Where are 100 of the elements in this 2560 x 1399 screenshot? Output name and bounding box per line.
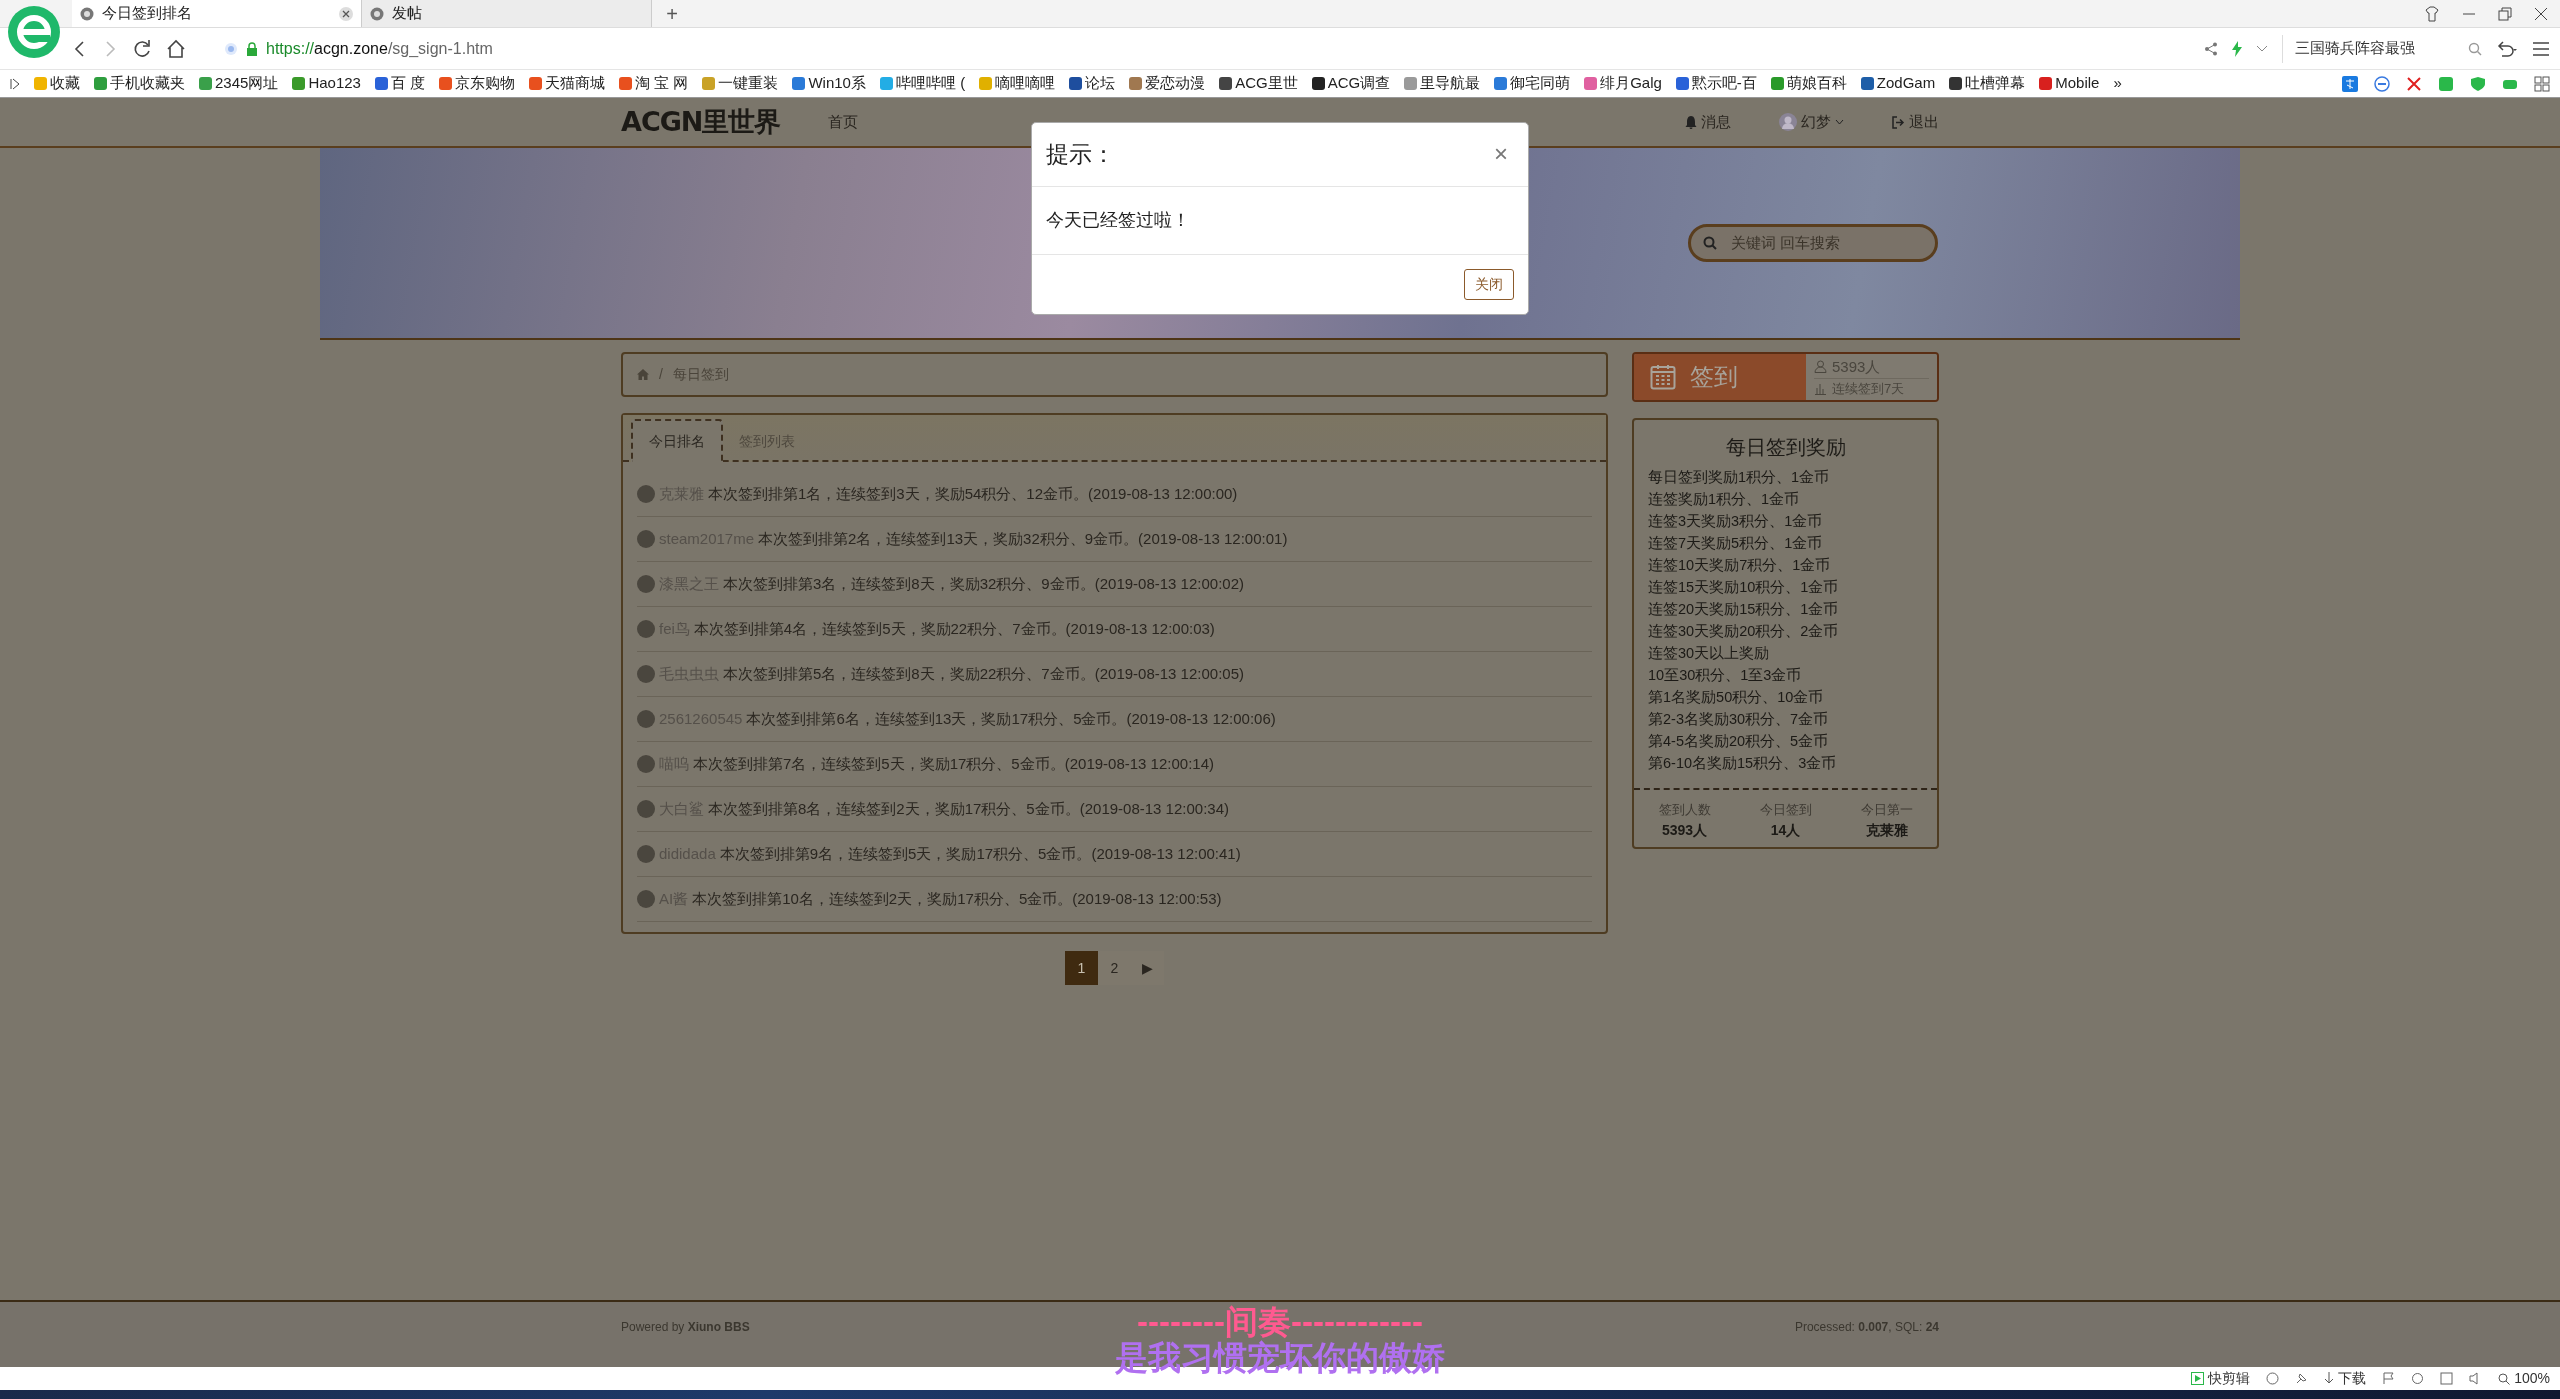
play-icon — [2191, 1372, 2205, 1385]
grid-icon[interactable] — [2534, 75, 2550, 92]
avatar — [637, 530, 655, 548]
powered-by-text: Powered by Xiuno BBS — [621, 1319, 750, 1336]
sign-in-record: 本次签到排第8名，连续签到2天，奖励17积分、5金币。(2019-08-13 12:00:34) — [708, 798, 1229, 819]
download-button[interactable]: 下载 — [2324, 1368, 2367, 1389]
bookmark[interactable]: ACG调查 — [1311, 72, 1391, 95]
sidebar-toggle-icon[interactable] — [10, 77, 20, 90]
browser-tab[interactable]: 今日签到排名 — [72, 0, 362, 27]
avatar-icon — [1779, 113, 1797, 131]
flag-icon[interactable] — [2382, 1372, 2396, 1385]
bookmark[interactable]: 2345网址 — [199, 72, 279, 95]
search-box[interactable]: 关键词 回车搜索 — [1688, 224, 1938, 262]
sign-in-record: 本次签到排第6名，连续签到13天，奖励17积分、5金币。(2019-08-13 12:00:06) — [746, 708, 1276, 729]
bookmark[interactable]: 京东购物 — [439, 72, 516, 95]
translate-icon[interactable] — [2342, 75, 2358, 92]
reward-rule: 连签20天奖励15积分、1金币 — [1647, 600, 1840, 619]
bookmark[interactable]: 萌娘百科 — [1770, 72, 1847, 95]
block-icon[interactable] — [2374, 75, 2390, 92]
bookmark[interactable]: 黙示吧-百 — [1675, 72, 1757, 95]
breadcrumb-separator: / — [659, 365, 663, 384]
bookmark[interactable]: 嘀哩嘀哩 — [979, 72, 1056, 95]
shield-icon[interactable] — [2470, 75, 2486, 92]
avatar — [637, 845, 655, 863]
undo-icon[interactable] — [2496, 40, 2518, 57]
avatar — [637, 665, 655, 683]
dialog-title: 提示： — [1046, 140, 1115, 169]
search-icon[interactable] — [2468, 41, 2482, 56]
bookmark[interactable]: 一键重装 — [702, 72, 779, 95]
reward-rule: 第4-5名奖励20积分、5金币 — [1647, 732, 1830, 751]
zoom-icon — [2498, 1372, 2511, 1385]
close-icon[interactable] — [339, 6, 353, 21]
sign-in-record: 本次签到排第7名，连续签到5天，奖励17积分、5金币。(2019-08-13 12:00:14) — [693, 753, 1214, 774]
stat-label: 今日签到 — [1758, 801, 1813, 819]
caret-icon — [1835, 119, 1844, 125]
bookmark[interactable]: 里导航最 — [1404, 72, 1481, 95]
search-field[interactable]: 三国骑兵阵容最强 — [2282, 34, 2482, 63]
avatar — [637, 575, 655, 593]
bookmark[interactable]: 淘 宝 网 — [619, 72, 689, 95]
bookmark[interactable]: 百 度 — [374, 72, 426, 95]
reward-rule: 连签10天奖励7积分、1金币 — [1647, 556, 1832, 575]
bookmark[interactable]: 绯月Galg — [1584, 72, 1662, 95]
reward-rule: 第2-3名奖励30积分、7金币 — [1647, 710, 1830, 729]
bookmark[interactable]: ACG里世 — [1219, 72, 1298, 95]
scissors-icon[interactable] — [2406, 75, 2422, 92]
sign-in-record: 本次签到排第2名，连续签到13天，奖励32积分、9金币。(2019-08-13 12:00:01) — [758, 528, 1288, 549]
menu-icon[interactable] — [2532, 41, 2550, 56]
window-icon[interactable] — [2440, 1372, 2454, 1385]
bookmark[interactable]: Mobile — [2039, 72, 2100, 95]
bookmark[interactable]: Hao123 — [292, 72, 361, 95]
bookmark[interactable]: 天猫商城 — [529, 72, 606, 95]
calendar-icon — [1650, 364, 1676, 390]
address-field[interactable]: https://acgn.zone/sg_sign-1.htm — [266, 36, 493, 61]
caret-icon[interactable] — [2256, 44, 2268, 53]
home-icon[interactable] — [166, 38, 186, 59]
lightning-icon[interactable] — [2232, 40, 2242, 57]
share-icon[interactable] — [2204, 41, 2218, 56]
close-icon[interactable] — [2534, 6, 2548, 21]
sign-in-record: 本次签到排第4名，连续签到5天，奖励22积分、7金币。(2019-08-13 12:00:03) — [693, 618, 1215, 639]
browser-tab[interactable]: 发帖 — [362, 0, 652, 27]
zoom-control[interactable]: 100% — [2498, 1368, 2550, 1389]
sign-in-record: 本次签到排第5名，连续签到8天，奖励22积分、7金币。(2019-08-13 12:00:05) — [723, 663, 1244, 684]
reward-rule: 连签奖励1积分、1金币 — [1647, 490, 1801, 509]
exit-icon — [1892, 115, 1905, 129]
bookmark[interactable]: ZodGam — [1860, 72, 1936, 95]
bar-chart-icon — [1814, 382, 1827, 396]
stat-value: 克莱雅 — [1864, 820, 1909, 840]
quick-clip-button[interactable]: 快剪辑 — [2191, 1368, 2251, 1389]
rewards-title: 每日签到奖励 — [1724, 435, 1847, 460]
dialog-message: 今天已经签过啦！ — [1032, 186, 1528, 255]
page-icon — [370, 6, 384, 21]
stat-value: 5393人 — [1660, 820, 1709, 840]
sign-in-record: 本次签到排第10名，连续签到2天，奖励17积分、5金币。(2019-08-13 12:00:53) — [692, 888, 1222, 909]
extension-icon[interactable] — [2438, 75, 2454, 92]
new-tab-button[interactable]: + — [652, 0, 692, 27]
stat-value: 14人 — [1769, 820, 1802, 840]
bookmark[interactable]: 收藏 — [34, 72, 80, 95]
search-field[interactable]: 关键词 回车搜索 — [1729, 230, 1909, 256]
restore-icon[interactable] — [2498, 6, 2512, 21]
site-logo[interactable]: ACGN里世界 — [621, 101, 781, 143]
bookmark[interactable]: 爱恋动漫 — [1129, 72, 1206, 95]
bookmark[interactable]: Win10系 — [792, 72, 866, 95]
reward-rule: 连签30天奖励20积分、2金币 — [1647, 622, 1840, 641]
bookmark[interactable]: 吐槽弹幕 — [1949, 72, 2026, 95]
close-button[interactable]: 关闭 — [1464, 268, 1514, 300]
page-button[interactable]: 1 — [1065, 951, 1098, 985]
lock-icon — [246, 41, 258, 56]
bookmark[interactable]: 御宅同萌 — [1494, 72, 1571, 95]
reward-rule: 连签7天奖励5积分、1金币 — [1647, 534, 1824, 553]
sign-in-record: 本次签到排第9名，连续签到5天，奖励17积分、5金币。(2019-08-13 12:00:41) — [719, 843, 1241, 864]
reload-icon[interactable] — [132, 38, 152, 59]
close-button[interactable]: × — [1488, 141, 1514, 168]
tab-title: 今日签到排名 — [102, 3, 193, 24]
processed-stats-text: Processed: 0.007, SQL: 24 — [1794, 1319, 1939, 1336]
more-bookmarks-button[interactable]: » — [2113, 72, 2122, 95]
lyrics-line: --------间奏------------ — [1137, 1304, 1423, 1340]
bookmark[interactable]: 哔哩哔哩 ( — [879, 72, 966, 95]
bookmark[interactable]: 论坛 — [1069, 72, 1116, 95]
avatar — [637, 710, 655, 728]
bookmark[interactable]: 手机收藏夹 — [94, 72, 185, 95]
